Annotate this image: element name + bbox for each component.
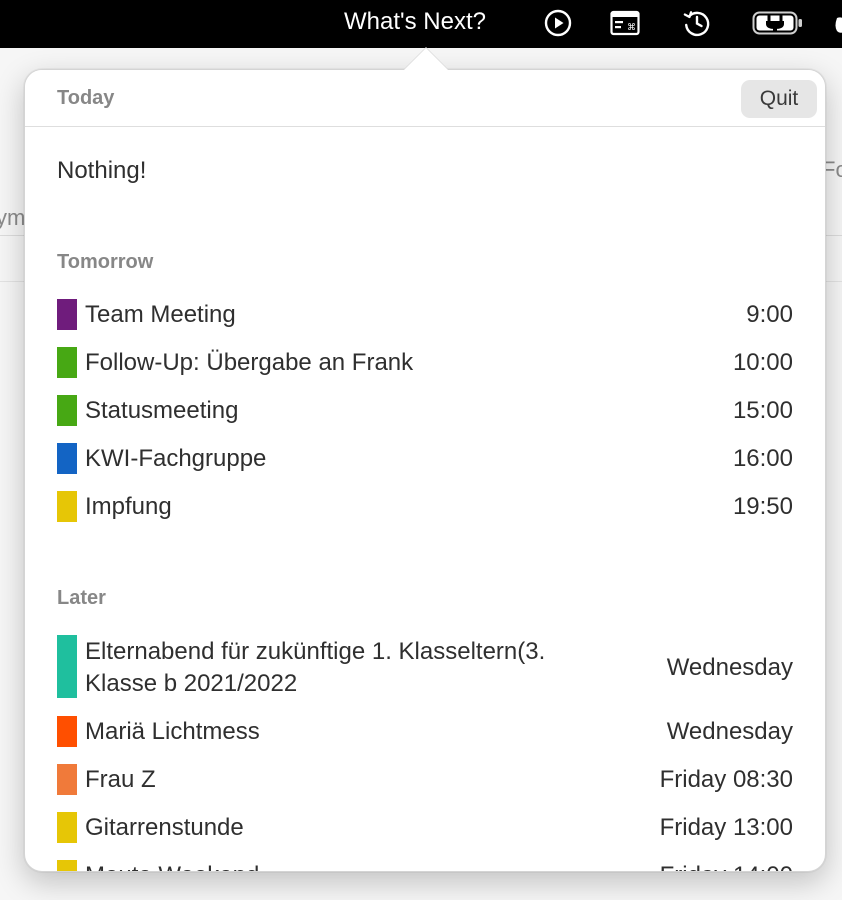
event-time: 16:00 <box>732 445 793 472</box>
calendar-color-swatch <box>57 860 77 871</box>
today-empty-text: Nothing! <box>57 157 147 184</box>
play-circle-icon[interactable] <box>543 8 573 38</box>
history-clock-icon[interactable] <box>681 8 713 38</box>
svg-text:⌘: ⌘ <box>627 23 636 33</box>
quit-button[interactable]: Quit <box>741 80 817 118</box>
event-title: Impfung <box>85 493 172 520</box>
whats-next-popover: Today Quit Nothing! Tomorrow Team Meetin… <box>24 69 826 872</box>
event-time: Wednesday <box>666 718 793 745</box>
background-text-fragment: ym <box>0 205 26 230</box>
calendar-color-swatch <box>57 635 77 698</box>
event-title: Team Meeting <box>85 301 236 328</box>
event-row[interactable]: KWI-Fachgruppe 16:00 <box>57 442 793 476</box>
event-time: Friday 13:00 <box>659 814 793 841</box>
event-title: Gitarrenstunde <box>85 814 244 841</box>
event-title: Mariä Lichtmess <box>85 718 260 745</box>
calendar-color-swatch <box>57 395 77 426</box>
section-label-tomorrow: Tomorrow <box>57 251 154 273</box>
popover-arrow <box>404 48 448 70</box>
calendar-color-swatch <box>57 764 77 795</box>
event-time: Wednesday <box>666 654 793 681</box>
popover-header: Today Quit <box>25 70 825 127</box>
event-row[interactable]: Statusmeeting 15:00 <box>57 394 793 428</box>
event-time: 19:50 <box>732 493 793 520</box>
event-row[interactable]: Meute Weekend Friday 14:00 <box>57 859 793 871</box>
event-title-line1: Elternabend für zukünftige 1. Klasselter… <box>85 638 546 665</box>
event-time: Friday 14:00 <box>660 860 793 871</box>
event-title: Follow-Up: Übergabe an Frank <box>85 349 414 376</box>
event-title: KWI-Fachgruppe <box>85 445 267 472</box>
keyboard-window-icon[interactable]: ⌘ <box>609 8 641 38</box>
event-row[interactable]: Follow-Up: Übergabe an Frank 10:00 <box>57 346 793 380</box>
event-row[interactable]: Frau Z Friday 08:30 <box>57 763 793 797</box>
event-row[interactable]: Gitarrenstunde Friday 13:00 <box>57 811 793 845</box>
calendar-color-swatch <box>57 716 77 747</box>
menubar-app-title[interactable]: What's Next? <box>344 7 486 37</box>
event-title: Statusmeeting <box>85 397 239 424</box>
apple-icon[interactable] <box>834 8 842 38</box>
event-time: 10:00 <box>732 349 793 376</box>
menu-bar: What's Next? ⌘ <box>0 0 842 48</box>
event-row[interactable]: Mariä Lichtmess Wednesday <box>57 715 793 749</box>
event-row[interactable]: Impfung 19:50 <box>57 490 793 524</box>
section-label-later: Later <box>57 587 106 609</box>
event-title-line2: Klasse b 2021/2022 <box>85 670 298 697</box>
event-title: Frau Z <box>85 766 156 793</box>
calendar-color-swatch <box>57 812 77 843</box>
event-time: 9:00 <box>746 301 793 328</box>
event-time: Friday 08:30 <box>659 766 793 793</box>
calendar-color-swatch <box>57 299 77 330</box>
event-row[interactable]: Elternabend für zukünftige 1. Klasselter… <box>57 635 793 699</box>
calendar-color-swatch <box>57 491 77 522</box>
event-title: Meute Weekend <box>85 860 259 871</box>
calendar-color-swatch <box>57 443 77 474</box>
section-label-today: Today <box>57 87 115 109</box>
battery-charging-icon[interactable] <box>752 8 804 38</box>
calendar-color-swatch <box>57 347 77 378</box>
event-time: 15:00 <box>732 397 793 424</box>
event-row[interactable]: Team Meeting 9:00 <box>57 298 793 332</box>
